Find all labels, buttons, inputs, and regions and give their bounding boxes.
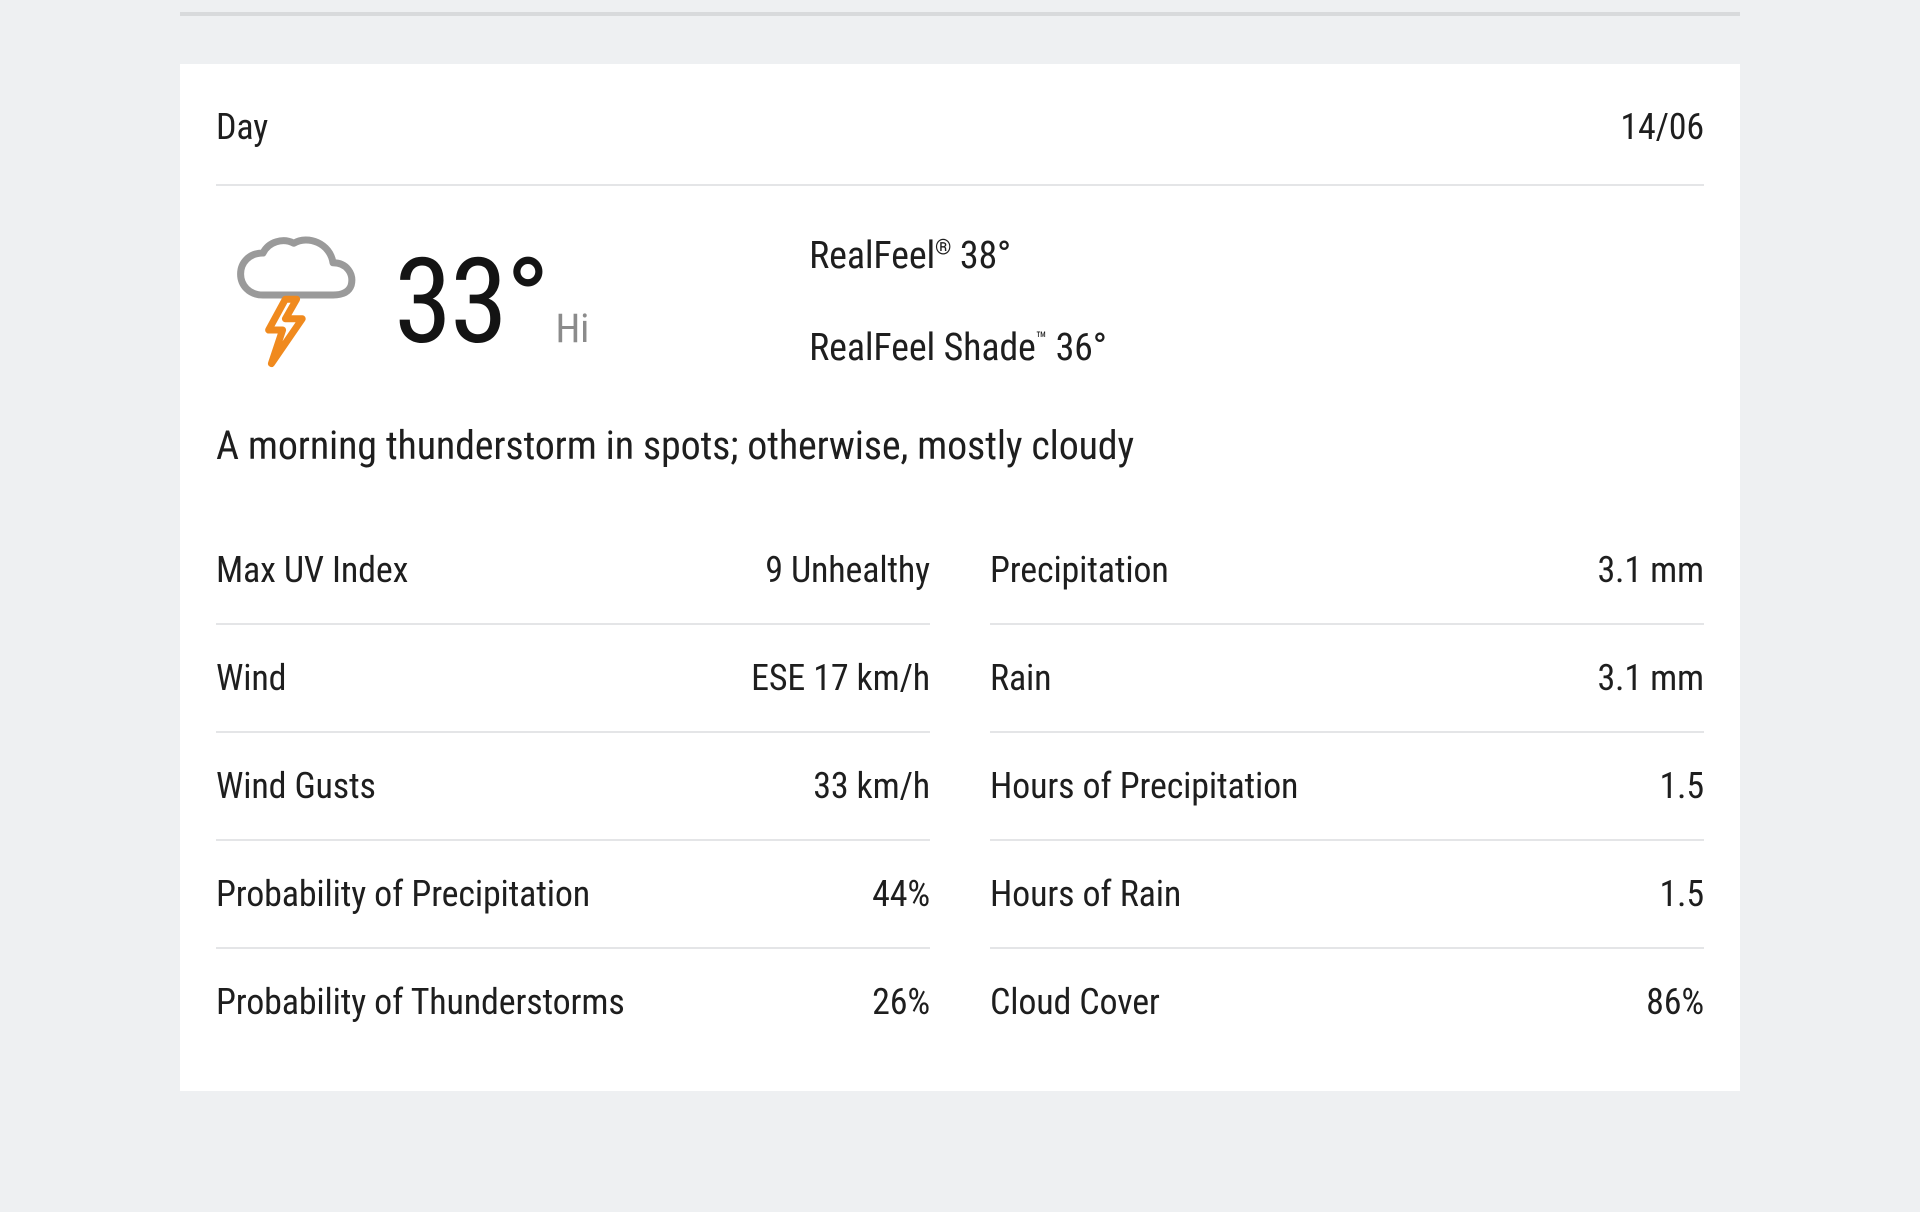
detail-row: Max UV Index 9 Unhealthy	[216, 517, 930, 625]
registered-icon: ®	[935, 236, 951, 260]
period-title: Day	[216, 106, 268, 148]
realfeel-line: RealFeel® 38°	[809, 234, 1107, 278]
detail-label: Probability of Precipitation	[216, 873, 590, 915]
detail-row: Wind ESE 17 km/h	[216, 625, 930, 733]
detail-value: 3.1 mm	[1597, 657, 1704, 699]
detail-row: Wind Gusts 33 km/h	[216, 733, 930, 841]
detail-label: Wind Gusts	[216, 765, 376, 807]
hi-label: Hi	[556, 305, 590, 352]
date: 14/06	[1620, 106, 1704, 148]
detail-row: Hours of Precipitation 1.5	[990, 733, 1704, 841]
detail-row: Cloud Cover 86%	[990, 949, 1704, 1055]
detail-label: Cloud Cover	[990, 981, 1160, 1023]
realfeel-value: 38°	[960, 234, 1011, 278]
temperature-block: 33° Hi	[394, 243, 589, 361]
detail-label: Precipitation	[990, 549, 1169, 591]
trademark-icon: ™	[1036, 328, 1047, 352]
realfeel-shade-label: RealFeel Shade	[809, 326, 1036, 370]
detail-row: Hours of Rain 1.5	[990, 841, 1704, 949]
realfeel-shade-line: RealFeel Shade™ 36°	[809, 326, 1107, 370]
detail-label: Probability of Thunderstorms	[216, 981, 625, 1023]
detail-label: Hours of Precipitation	[990, 765, 1298, 807]
detail-value: 9 Unhealthy	[765, 549, 930, 591]
detail-row: Rain 3.1 mm	[990, 625, 1704, 733]
detail-value: 44%	[872, 873, 930, 915]
detail-value: 3.1 mm	[1597, 549, 1704, 591]
detail-row: Precipitation 3.1 mm	[990, 517, 1704, 625]
divider	[180, 12, 1740, 16]
detail-value: 1.5	[1659, 765, 1704, 807]
detail-value: ESE 17 km/h	[751, 657, 930, 699]
hero-section: 33° Hi RealFeel® 38° RealFeel Shade™ 36°	[216, 186, 1704, 422]
temperature-value: 33°	[394, 243, 548, 361]
realfeel-shade-value: 36°	[1056, 326, 1107, 370]
detail-value: 86%	[1646, 981, 1704, 1023]
forecast-summary: A morning thunderstorm in spots; otherwi…	[216, 422, 1704, 517]
weather-card: Day 14/06 33° Hi RealFeel® 38° Re	[180, 64, 1740, 1091]
details-col-right: Precipitation 3.1 mm Rain 3.1 mm Hours o…	[990, 517, 1704, 1055]
realfeel-label: RealFeel	[809, 234, 935, 278]
detail-value: 1.5	[1659, 873, 1704, 915]
detail-row: Probability of Thunderstorms 26%	[216, 949, 930, 1055]
detail-label: Max UV Index	[216, 549, 408, 591]
details-col-left: Max UV Index 9 Unhealthy Wind ESE 17 km/…	[216, 517, 930, 1055]
details-grid: Max UV Index 9 Unhealthy Wind ESE 17 km/…	[216, 517, 1704, 1055]
detail-label: Hours of Rain	[990, 873, 1181, 915]
card-header: Day 14/06	[216, 64, 1704, 186]
detail-value: 26%	[872, 981, 930, 1023]
detail-label: Wind	[216, 657, 286, 699]
thunderstorm-icon	[216, 232, 366, 372]
detail-row: Probability of Precipitation 44%	[216, 841, 930, 949]
detail-value: 33 km/h	[813, 765, 930, 807]
detail-label: Rain	[990, 657, 1051, 699]
realfeel-block: RealFeel® 38° RealFeel Shade™ 36°	[809, 234, 1107, 370]
